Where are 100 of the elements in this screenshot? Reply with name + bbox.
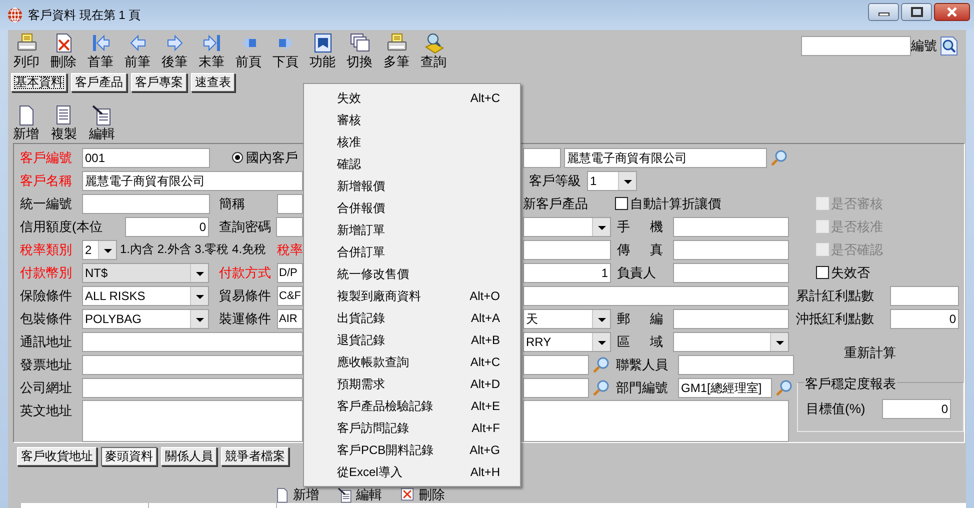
radio-button[interactable]: 國內客戶 [232, 148, 298, 166]
menu-item[interactable]: 客戶PCB開料記錄 Alt+G [304, 439, 520, 461]
toolbar-button[interactable]: 列印 [8, 32, 45, 69]
tab[interactable]: 客戶專案 [131, 73, 187, 92]
input-field[interactable] [673, 216, 789, 236]
toolbar-button[interactable]: 功能 [304, 32, 341, 69]
search-icon[interactable] [940, 36, 958, 56]
toolbar-button[interactable]: 首筆 [82, 32, 119, 69]
input-field[interactable] [673, 262, 789, 282]
input-field[interactable] [82, 332, 303, 352]
menu-item[interactable]: 複製到廠商資料 Alt+O [304, 285, 520, 307]
action-button[interactable]: 新增 [13, 104, 39, 141]
text-area[interactable] [82, 400, 303, 442]
dropdown[interactable]: 2 [82, 240, 117, 260]
toolbar-button[interactable]: 末筆 [193, 32, 230, 69]
menu-item[interactable]: 出貨記錄 Alt+A [304, 307, 520, 329]
menu-item[interactable]: 統一修改售價 [304, 263, 520, 285]
menu-item[interactable]: 確認 [304, 153, 520, 175]
dropdown[interactable]: POLYBAG [82, 308, 209, 328]
input-field[interactable]: C&F [277, 286, 303, 306]
input-field[interactable] [673, 240, 789, 260]
menu-item[interactable]: 合併訂單 [304, 241, 520, 263]
menu-item[interactable]: 從Excel導入 Alt+H [304, 461, 520, 483]
field-label: 聯繫人員 [616, 356, 668, 374]
toolbar-button[interactable]: 多筆 [378, 32, 415, 69]
field-label: 客戶等級 [529, 172, 582, 190]
action-button[interactable]: 編輯 [337, 487, 382, 503]
action-button[interactable]: 刪除 [400, 487, 445, 503]
close-button[interactable] [934, 3, 970, 21]
text-area[interactable] [523, 400, 789, 442]
maximize-button[interactable] [901, 3, 932, 21]
input-field[interactable] [523, 148, 561, 168]
tab[interactable]: 客戶收貨地址 [17, 447, 97, 466]
input-field[interactable]: 0 [890, 308, 959, 328]
input-field[interactable] [523, 354, 589, 374]
toolbar-button[interactable]: 切換 [341, 32, 378, 69]
input-field[interactable] [277, 194, 303, 214]
tab[interactable]: 關係人員 [161, 447, 217, 466]
menu-item[interactable]: 審核 [304, 109, 520, 131]
input-field[interactable]: 001 [82, 148, 210, 168]
dropdown[interactable]: 天 [523, 308, 611, 328]
search-icon[interactable] [770, 148, 788, 166]
toolbar-button[interactable]: 後筆 [156, 32, 193, 69]
input-field[interactable]: 0 [882, 398, 951, 418]
tab[interactable]: 基本資料 [11, 73, 67, 92]
input-field[interactable]: GM1[總經理室] [678, 378, 772, 398]
input-field[interactable]: D/P [277, 262, 303, 282]
input-field[interactable] [82, 354, 303, 374]
dropdown[interactable] [673, 332, 789, 352]
dropdown[interactable] [523, 216, 611, 236]
tab[interactable]: 競爭者檔案 [221, 447, 289, 466]
menu-item[interactable]: 新增報價 [304, 175, 520, 197]
dropdown[interactable]: RRY [523, 332, 611, 352]
toolbar-button[interactable]: 前筆 [119, 32, 156, 69]
input-field[interactable] [523, 240, 611, 260]
input-field[interactable]: 0 [125, 216, 209, 236]
checkbox[interactable]: 失效否 [816, 264, 870, 282]
field-label: 客戶編號 [20, 148, 73, 166]
minimize-button[interactable] [868, 3, 899, 21]
menu-item[interactable]: 客戶訪問記錄 Alt+F [304, 417, 520, 439]
input-field[interactable] [82, 194, 210, 214]
menu-item[interactable]: 失效 Alt+C [304, 87, 520, 109]
menu-item[interactable]: 預期需求 Alt+D [304, 373, 520, 395]
action-button[interactable]: 新增 [274, 487, 319, 503]
input-field[interactable]: 麗慧電子商貿有限公司 [82, 170, 303, 190]
toolbar-button[interactable]: 下頁 [267, 32, 304, 69]
search-icon[interactable] [775, 378, 793, 396]
menu-item[interactable]: 合併報價 [304, 197, 520, 219]
menu-item[interactable]: 新增訂單 [304, 219, 520, 241]
dropdown[interactable]: ALL RISKS [82, 286, 209, 306]
action-button[interactable]: 複製 [51, 104, 77, 141]
input-field[interactable] [890, 286, 959, 306]
toolbar-button[interactable]: 查詢 [415, 32, 452, 69]
input-field[interactable] [523, 286, 789, 306]
recalculate-button[interactable]: 重新計算 [840, 342, 900, 364]
input-field[interactable] [673, 308, 789, 328]
tab[interactable]: 客戶產品 [71, 73, 127, 92]
dropdown[interactable]: NT$ [82, 262, 209, 282]
input-field[interactable]: 1 [523, 262, 611, 282]
menu-item[interactable]: 客戶產品檢驗記錄 Alt+E [304, 395, 520, 417]
tab[interactable]: 麥頭資料 [101, 447, 157, 466]
input-field[interactable] [82, 378, 303, 398]
search-icon[interactable] [592, 378, 610, 396]
menu-item[interactable]: 退貨記錄 Alt+B [304, 329, 520, 351]
action-button[interactable]: 編輯 [89, 104, 115, 141]
input-field[interactable]: AIR [277, 308, 303, 328]
dropdown[interactable]: 1 [587, 170, 637, 190]
toolbar-button[interactable]: 前頁 [230, 32, 267, 69]
menu-item[interactable]: 應收帳款查詢 Alt+C [304, 351, 520, 373]
checkbox[interactable]: 自動計算折讓價 [615, 194, 721, 212]
tab[interactable]: 速查表 [191, 73, 235, 92]
toolbar-button[interactable]: 刪除 [45, 32, 82, 69]
input-field[interactable]: 麗慧電子商貿有限公司 [564, 148, 767, 168]
input-field[interactable] [523, 378, 589, 398]
search-icon[interactable] [592, 356, 610, 374]
input-field[interactable] [678, 354, 794, 374]
input-field[interactable] [276, 216, 303, 236]
number-field[interactable] [801, 36, 911, 56]
menu-item[interactable]: 核准 [304, 131, 520, 153]
delete-icon [400, 487, 416, 503]
